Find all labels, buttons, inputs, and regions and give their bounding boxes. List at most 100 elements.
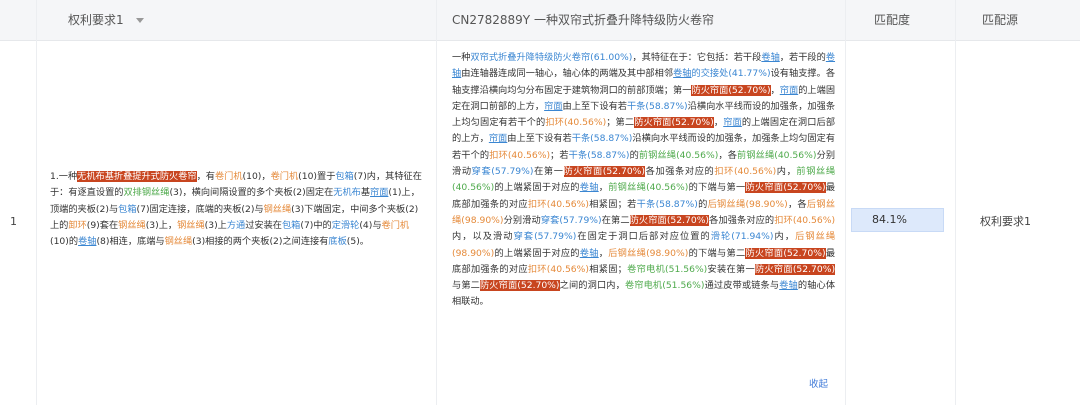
doc-segment-text: 内，以及滑动: [452, 231, 514, 243]
doc-segment-text: 由连轴器连成同一轴心，轴心体的两端及其中部相邻: [461, 68, 674, 80]
claim-segment-highlight: 钢丝绳: [177, 219, 205, 231]
doc-segment-text: 的下端与第二: [688, 247, 746, 259]
doc-segment-highlight: 卷轴: [761, 52, 780, 63]
doc-segment-text: 内，: [773, 231, 796, 243]
match-source: 权利要求1: [980, 215, 1031, 228]
doc-segment-text: 分别滑动: [503, 214, 541, 226]
doc-segment-text: 的: [629, 149, 639, 161]
doc-segment-text: ，: [598, 182, 609, 194]
claim-segment-highlight: 帘面: [370, 187, 389, 199]
claim-segment-text: (7)固定连接，底端的夹板(2)与: [136, 203, 264, 215]
doc-segment-highlight: 前钢丝绳(40.56%): [638, 149, 719, 161]
doc-segment-highlight: 干条(58.87%): [627, 100, 688, 112]
doc-segment-highlight: 扣环(40.56%): [545, 117, 607, 129]
doc-segment-text: 之间的洞口内，: [559, 280, 625, 292]
claim-segment-highlight: 包箱: [281, 219, 301, 231]
doc-segment-highlight: 扣环(40.56%): [714, 166, 777, 178]
claim-column-label: 权利要求1: [68, 13, 124, 27]
claim-segment-highlight: 卸环: [68, 219, 87, 231]
doc-segment-highlight: 防火帘面(52.70%): [479, 280, 560, 292]
doc-segment-highlight: 扣环(40.56%): [527, 263, 589, 275]
doc-segment-text: 的下端与第一: [688, 182, 746, 194]
doc-segment-text: 的: [697, 198, 708, 210]
doc-column-header: CN2782889Y 一种双帘式折叠升降特级防火卷帘: [452, 13, 714, 27]
claim-segment-highlight: 双排钢丝绳: [123, 187, 170, 199]
claim-segment-highlight: 钢丝绳: [263, 203, 292, 215]
doc-segment-highlight: 滑轮(71.94%): [710, 231, 774, 243]
doc-segment-text: ，各: [787, 198, 807, 210]
doc-segment-text: 内，: [776, 166, 797, 178]
table-row: 1 1.一种无机布基折叠提升式防火卷帘，有卷门机(10)，卷门机(10)置于包箱…: [0, 41, 1080, 405]
doc-segment-highlight: 卷轴: [579, 182, 599, 194]
doc-segment-text: 由上至下设有若: [507, 133, 572, 145]
claim-segment-highlight: 包箱: [335, 171, 354, 182]
doc-segment-highlight: 防火帘面(52.70%): [745, 182, 826, 194]
claim-segment-text: (3)，横向间隔设置的多个夹板(2)固定在: [169, 187, 334, 199]
doc-segment-highlight: 防火帘面(52.70%): [634, 117, 714, 129]
claim-column-header[interactable]: 权利要求1: [68, 0, 144, 41]
doc-segment-text: ，各: [718, 149, 738, 161]
table-header: 权利要求1 CN2782889Y 一种双帘式折叠升降特级防火卷帘 匹配度 匹配源: [0, 0, 1080, 41]
doc-segment-highlight: 防火帘面(52.70%): [745, 247, 826, 259]
doc-segment-text: ，: [598, 247, 609, 259]
doc-segment-highlight: 防火帘面(52.70%): [691, 84, 771, 96]
doc-segment-highlight: 卷轴: [579, 247, 599, 259]
source-column-header: 匹配源: [982, 13, 1019, 27]
doc-segment-text: 在固定于洞口后部对应位置的: [576, 231, 711, 243]
doc-segment-text: 由上至下设有若: [562, 100, 628, 112]
doc-segment-highlight: 穿套(57.79%): [513, 231, 577, 243]
doc-segment-highlight: 前钢丝绳(40.56%): [608, 182, 689, 194]
claim-segment-text: (7)中的: [300, 219, 332, 231]
doc-segment-highlight: 防火帘面(52.70%): [629, 214, 710, 226]
claim-segment-text: (10)置于: [298, 171, 336, 182]
claim-segment-highlight: 卷门机: [214, 171, 243, 182]
claim-segment-highlight: 无机布: [333, 187, 361, 199]
chevron-down-icon[interactable]: [135, 18, 144, 23]
doc-segment-highlight: 的交接处(41.77%): [691, 68, 771, 80]
claim-segment-text: (3)上: [204, 219, 227, 231]
doc-segment-highlight: 扣环(40.56%): [774, 214, 836, 226]
doc-segment-text: ，: [713, 117, 724, 129]
doc-segment-highlight: 防火帘面(52.70%): [563, 166, 645, 178]
claim-segment-text: 1.一种: [50, 171, 78, 182]
claim-text: 1.一种无机布基折叠提升式防火卷帘，有卷门机(10)，卷门机(10)置于包箱(7…: [50, 169, 422, 250]
doc-segment-highlight: 帘面: [723, 117, 742, 129]
doc-segment-highlight: 后钢丝绳(98.90%): [608, 247, 689, 259]
claim-segment-text: (9)套在: [86, 219, 119, 231]
doc-segment-text: ；若: [550, 149, 569, 161]
claim-segment-highlight: 包箱: [118, 203, 137, 215]
doc-segment-highlight: 扣环(40.56%): [527, 198, 589, 210]
claim-segment-text: (3)相接的两个夹板(2)之间连接有: [192, 236, 329, 248]
claim-segment-highlight: 方通: [226, 219, 246, 231]
doc-segment-highlight: 扣环(40.56%): [489, 149, 551, 161]
doc-segment-text: 各加强条对应的: [709, 214, 775, 226]
doc-segment-highlight: 后钢丝绳(98.90%): [707, 198, 788, 210]
doc-segment-highlight: 前钢丝绳(40.56%): [737, 149, 817, 161]
claim-segment-text: 基: [360, 187, 371, 199]
doc-segment-text: 的上端紧固于对应的: [494, 247, 580, 259]
doc-segment-text: 的上端紧固于对应的: [494, 182, 580, 194]
claim-segment-text: (4)与: [359, 219, 382, 231]
claim-segment-highlight: 无机布基折叠提升式防火卷帘: [77, 171, 197, 182]
doc-segment-text: 通过皮带或链条与: [704, 280, 780, 292]
doc-segment-text: 在第二: [601, 214, 630, 226]
claim-segment-text: (5)。: [346, 236, 369, 248]
claim-segment-highlight: 钢丝绳: [164, 236, 193, 248]
claim-segment-highlight: 卷轴: [78, 236, 97, 248]
doc-segment-text: 相紧固；若: [588, 198, 637, 210]
claim-segment-text: 过安装在: [245, 219, 282, 231]
doc-segment-highlight: 干条(58.87%): [571, 133, 633, 145]
doc-segment-text: 相紧固；: [588, 263, 627, 275]
claim-segment-highlight: 底板: [328, 236, 347, 248]
collapse-link[interactable]: 收起: [809, 376, 828, 390]
row-index: 1: [10, 215, 17, 228]
doc-segment-text: ，: [770, 84, 780, 96]
doc-segment-highlight: 卷轴: [779, 280, 798, 292]
doc-segment-text: ，若干段的: [779, 52, 826, 63]
doc-segment-highlight: 穿套(57.79%): [540, 214, 602, 226]
doc-segment-text: 在第一: [533, 166, 564, 178]
doc-segment-highlight: 防火帘面(52.70%): [754, 263, 836, 275]
score-column-header: 匹配度: [874, 13, 911, 27]
claim-segment-text: (3)上，: [145, 219, 178, 231]
claim-segment-text: (10)，: [242, 171, 271, 182]
